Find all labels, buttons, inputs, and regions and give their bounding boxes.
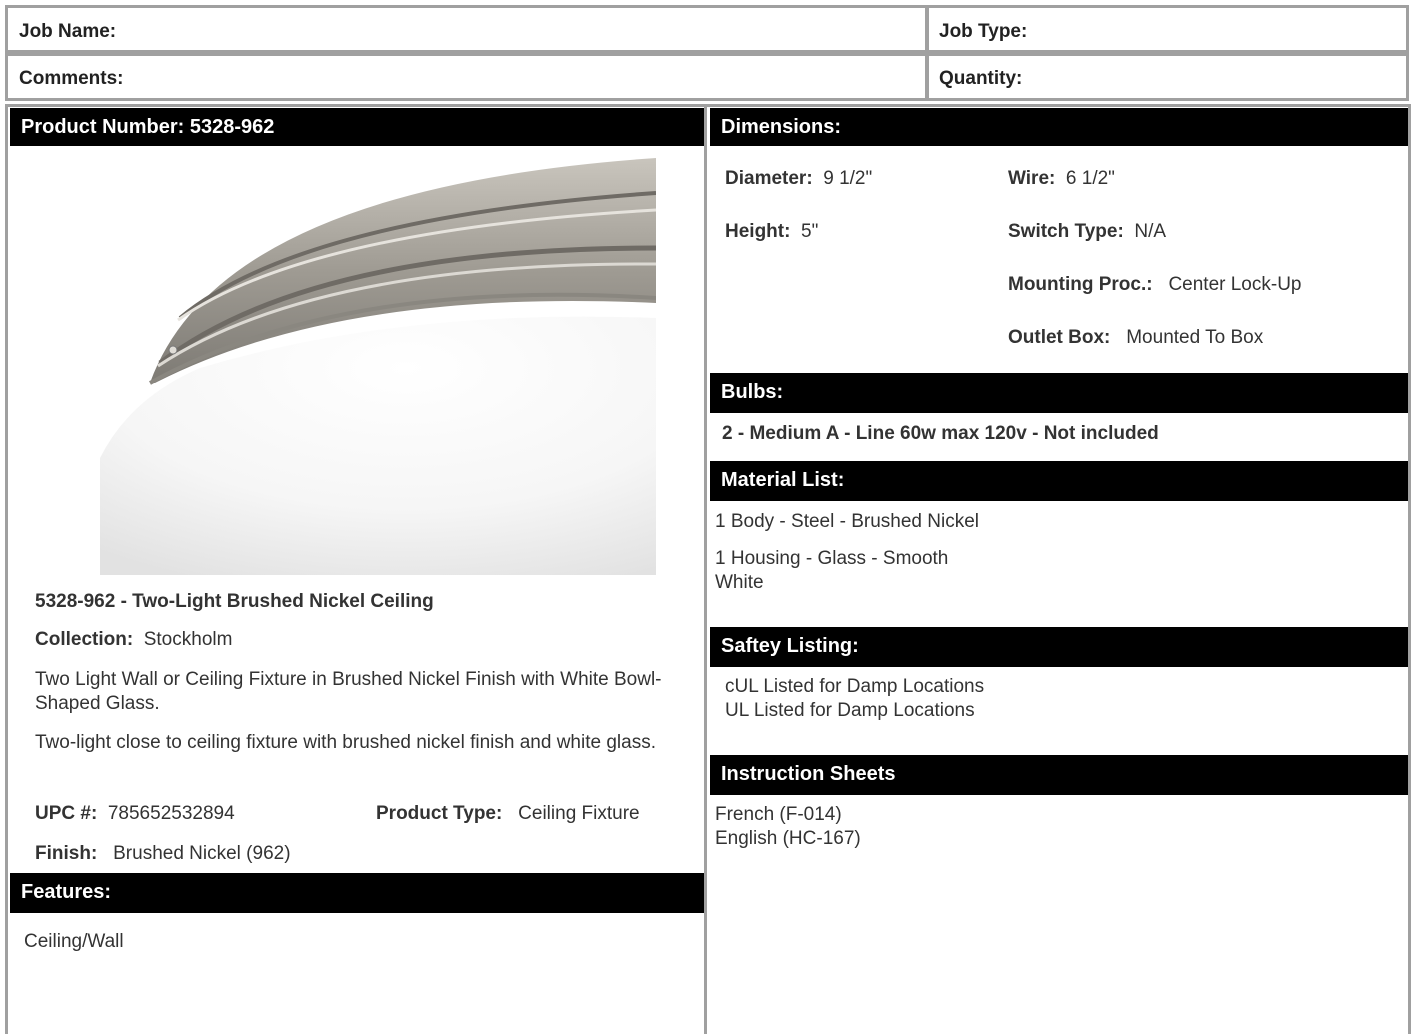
collection-value: Stockholm [143, 629, 233, 650]
job-type-label: Job Type: [939, 21, 1028, 42]
product-number-heading: Product Number: 5328-962 [10, 108, 704, 146]
mounting-label: Mounting Proc.: [1008, 274, 1153, 295]
job-name-field[interactable] [5, 5, 928, 53]
product-detail: Two-light close to ceiling fixture with … [35, 732, 656, 753]
height-value: 5" [801, 221, 819, 242]
switch-type-value: N/A [1134, 221, 1167, 242]
diameter-label: Diameter: [725, 168, 813, 189]
collection-row: Collection: Stockholm [35, 628, 232, 652]
bulbs-heading: Bulbs: [710, 373, 1408, 413]
product-description: Two Light Wall or Ceiling Fixture in Bru… [35, 669, 662, 714]
wire-value: 6 1/2" [1065, 168, 1115, 189]
product-type-value: Ceiling Fixture [518, 803, 640, 824]
finish-row: Finish: Brushed Nickel (962) [35, 842, 291, 866]
instruction-sheets-heading: Instruction Sheets [710, 755, 1408, 795]
product-title: 5328-962 - Two-Light Brushed Nickel Ceil… [35, 591, 434, 612]
outlet-box-value: Mounted To Box [1126, 327, 1264, 348]
safety-line-1: cUL Listed for Damp Locations [725, 676, 985, 697]
product-image [100, 158, 656, 575]
height-label: Height: [725, 221, 791, 242]
finish-value: Brushed Nickel (962) [113, 843, 291, 864]
job-name-label: Job Name: [19, 21, 117, 42]
upc-value: 785652532894 [107, 803, 235, 824]
product-type-label: Product Type: [376, 803, 503, 824]
collection-label: Collection: [35, 629, 134, 650]
wire-label: Wire: [1008, 168, 1056, 189]
bulbs-text: 2 - Medium A - Line 60w max 120v - Not i… [722, 423, 1159, 444]
material-list-heading: Material List: [710, 461, 1408, 501]
upc-row: UPC #: 785652532894 [35, 802, 235, 826]
upc-label: UPC #: [35, 803, 98, 824]
features-heading: Features: [10, 873, 704, 913]
switch-type-row: Switch Type: N/A [1008, 220, 1166, 244]
switch-type-label: Switch Type: [1008, 221, 1124, 242]
mounting-value: Center Lock-Up [1168, 274, 1302, 295]
safety-line-2: UL Listed for Damp Locations [725, 700, 975, 721]
comments-field[interactable] [5, 53, 928, 101]
diameter-row: Diameter: 9 1/2" [725, 167, 872, 191]
material-item-2: 1 Housing - Glass - Smooth White [715, 548, 949, 593]
safety-listing-heading: Saftey Listing: [710, 627, 1408, 667]
outlet-box-row: Outlet Box: Mounted To Box [1008, 326, 1263, 350]
material-item-1: 1 Body - Steel - Brushed Nickel [715, 511, 980, 532]
features-text: Ceiling/Wall [24, 931, 124, 952]
diameter-value: 9 1/2" [823, 168, 873, 189]
quantity-label: Quantity: [939, 68, 1023, 89]
product-type-row: Product Type: Ceiling Fixture [376, 802, 640, 826]
finish-label: Finish: [35, 843, 98, 864]
mounting-row: Mounting Proc.: Center Lock-Up [1008, 273, 1302, 297]
instruction-french-link[interactable]: French (F-014) [715, 803, 842, 827]
dimensions-heading: Dimensions: [710, 108, 1408, 146]
instruction-english-link[interactable]: English (HC-167) [715, 827, 861, 851]
comments-label: Comments: [19, 68, 124, 89]
wire-row: Wire: 6 1/2" [1008, 167, 1115, 191]
outlet-box-label: Outlet Box: [1008, 327, 1111, 348]
height-row: Height: 5" [725, 220, 818, 244]
